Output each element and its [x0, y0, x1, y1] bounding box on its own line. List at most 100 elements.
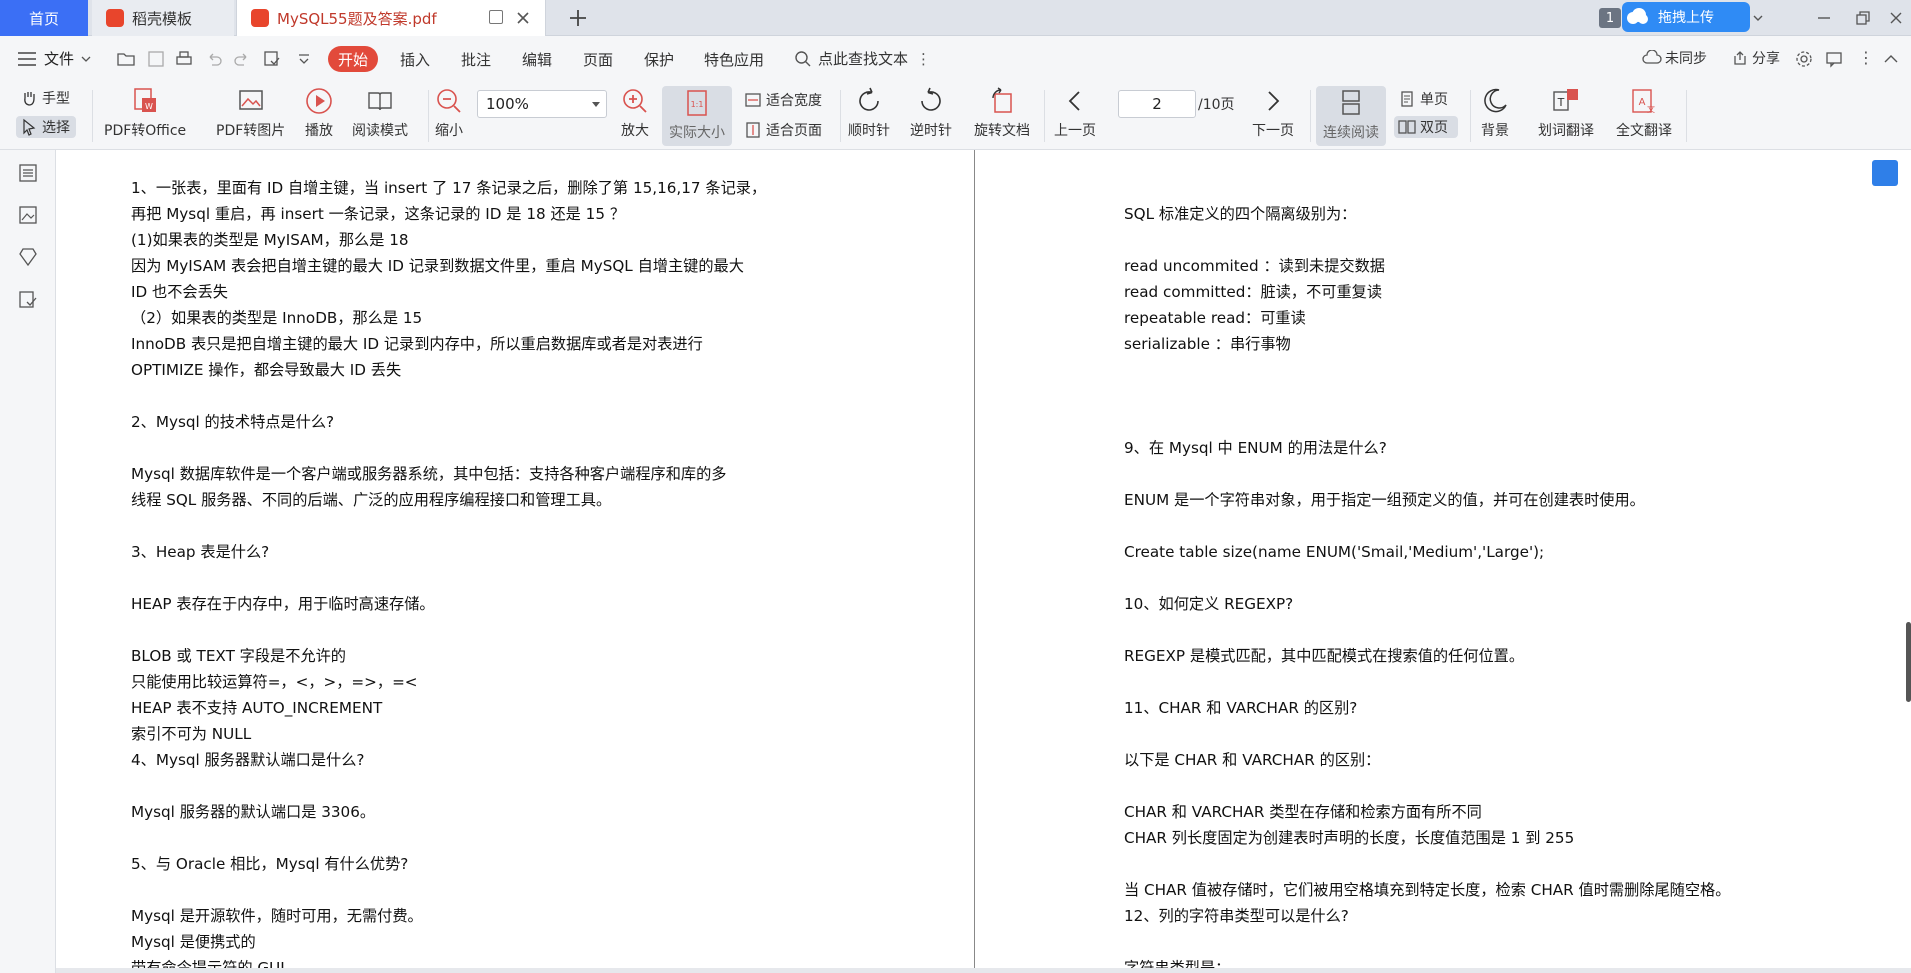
tab-document[interactable]: MySQL55题及答案.pdf	[236, 0, 546, 36]
text-line	[131, 617, 871, 643]
thumbnail-icon[interactable]	[17, 204, 39, 226]
hand-tool-button[interactable]: 手型	[20, 88, 70, 108]
horizontal-scrollbar[interactable]	[56, 968, 1911, 973]
find-text[interactable]: 点此查找文本 ⋮	[794, 48, 931, 69]
print-icon[interactable]	[174, 49, 194, 69]
undo-icon[interactable]	[204, 49, 224, 69]
text-line: OPTIMIZE 操作，都会导致最大 ID 丢失	[131, 361, 402, 379]
prev-page-button[interactable]: 上一页	[1054, 86, 1096, 140]
cursor-icon	[23, 118, 36, 136]
text-line: 11、CHAR 和 VARCHAR 的区别?	[1124, 699, 1358, 717]
continuous-read-button[interactable]: 连续阅读	[1316, 86, 1386, 146]
text-line	[131, 383, 871, 409]
new-tab-icon[interactable]	[566, 6, 590, 30]
collapse-ribbon-icon[interactable]	[1882, 50, 1900, 68]
tab-template-label: 稻壳模板	[132, 9, 193, 28]
play-button[interactable]: 播放	[304, 86, 334, 140]
ribbon-separator	[1686, 90, 1687, 142]
close-tab-icon[interactable]	[513, 8, 533, 28]
annotation-list-icon[interactable]	[17, 288, 39, 310]
svg-text:1:1: 1:1	[691, 100, 704, 109]
save-icon[interactable]	[146, 49, 166, 69]
text-line: 以下是 CHAR 和 VARCHAR 的区别：	[1124, 751, 1381, 769]
convert-icon[interactable]	[262, 49, 282, 69]
open-folder-icon[interactable]	[116, 49, 136, 69]
page-divider	[974, 150, 975, 973]
ribbon-separator	[1310, 90, 1311, 142]
text-line: 线程 SQL 服务器、不同的后端、广泛的应用程序编程接口和管理工具。	[131, 491, 612, 509]
zoom-in-button[interactable]: 放大	[620, 86, 650, 140]
text-line	[1124, 565, 1884, 591]
menu-protect[interactable]: 保护	[634, 46, 684, 72]
share-button[interactable]: 分享	[1732, 48, 1780, 68]
actual-size-button[interactable]: 1:1 实际大小	[662, 86, 732, 146]
play-icon	[306, 88, 332, 114]
outline-icon[interactable]	[17, 162, 39, 184]
find-text-label: 点此查找文本	[818, 50, 909, 68]
pdf-to-office-button[interactable]: W PDF转Office	[104, 86, 186, 140]
text-line	[1124, 929, 1884, 955]
menu-insert[interactable]: 插入	[390, 46, 440, 72]
fit-width-button[interactable]: 适合宽度	[744, 90, 822, 110]
pdf-to-image-icon	[238, 90, 263, 110]
menu-start[interactable]: 开始	[328, 46, 379, 72]
restore-icon[interactable]	[1850, 6, 1874, 30]
text-line	[131, 513, 871, 539]
text-line	[1124, 227, 1884, 253]
tab-home[interactable]: 首页	[0, 0, 88, 36]
drag-upload-button[interactable]: 拖拽上传	[1622, 2, 1750, 32]
fit-page-button[interactable]: 适合页面	[744, 120, 822, 140]
menu-comment[interactable]: 批注	[451, 46, 501, 72]
zoom-out-button[interactable]: 缩小	[434, 86, 464, 140]
document-viewport[interactable]: 1、一张表，里面有 ID 自增主键，当 insert 了 17 条记录之后，删除…	[56, 150, 1911, 973]
sync-status[interactable]: 未同步	[1642, 48, 1707, 68]
zoom-value: 100%	[486, 95, 529, 113]
floating-tool-icon[interactable]	[1872, 160, 1898, 186]
text-line: 3、Heap 表是什么?	[131, 543, 270, 561]
text-line: (1)如果表的类型是 MyISAM，那么是 18	[131, 231, 409, 249]
full-translate-icon: A文	[1632, 89, 1655, 114]
ribbon-separator	[1044, 90, 1045, 142]
double-page-icon	[1398, 120, 1416, 134]
more-dots-icon[interactable]: ⋮	[916, 50, 931, 68]
menu-page[interactable]: 页面	[573, 46, 623, 72]
svg-text:W: W	[145, 102, 153, 111]
menu-edit[interactable]: 编辑	[512, 46, 562, 72]
redo-icon[interactable]	[232, 49, 252, 69]
rotate-counterclockwise-button[interactable]: 逆时针	[910, 86, 952, 140]
double-page-button[interactable]: 双页	[1394, 116, 1458, 138]
menu-features[interactable]: 特色应用	[694, 46, 774, 72]
text-line: 5、与 Oracle 相比，Mysql 有什么优势?	[131, 855, 409, 873]
gear-icon[interactable]	[1794, 49, 1814, 69]
vertical-scrollbar[interactable]	[1906, 622, 1911, 702]
text-line: 2、Mysql 的技术特点是什么?	[131, 413, 335, 431]
text-line: BLOB 或 TEXT 字段是不允许的	[131, 647, 346, 665]
pdf-to-image-button[interactable]: PDF转图片	[216, 86, 285, 140]
chevron-down-icon[interactable]	[1746, 6, 1770, 30]
rotate-document-button[interactable]: 旋转文档	[974, 86, 1030, 140]
window-count-badge[interactable]: 1	[1599, 8, 1621, 28]
zoom-select[interactable]: 100%	[477, 90, 607, 118]
rotate-clockwise-button[interactable]: 顺时针	[848, 86, 890, 140]
single-page-button[interactable]: 单页	[1398, 89, 1448, 109]
close-window-icon[interactable]	[1884, 6, 1908, 30]
search-icon	[795, 50, 811, 66]
full-translate-button[interactable]: A文 全文翻译	[1616, 86, 1672, 140]
text-line: Mysql 是便携式的	[131, 933, 256, 951]
page-number-input[interactable]: 2	[1118, 90, 1196, 118]
bookmark-icon[interactable]	[17, 246, 39, 268]
select-tool-button[interactable]: 选择	[16, 116, 76, 138]
text-line	[131, 825, 871, 851]
background-button[interactable]: 背景	[1480, 86, 1510, 140]
minimize-icon[interactable]	[1812, 6, 1836, 30]
hand-icon	[24, 92, 35, 106]
tab-template[interactable]: 稻壳模板	[92, 0, 234, 36]
file-menu[interactable]: 文件	[18, 48, 92, 69]
chat-icon[interactable]	[1824, 49, 1844, 69]
window-mode-icon[interactable]	[489, 10, 503, 24]
more-options-icon[interactable]: ⋮	[1858, 48, 1874, 67]
read-mode-button[interactable]: 阅读模式	[352, 86, 408, 140]
more-quickaccess-icon[interactable]	[294, 49, 314, 69]
next-page-button[interactable]: 下一页	[1252, 86, 1294, 140]
word-translate-button[interactable]: T 划词翻译	[1538, 86, 1594, 140]
